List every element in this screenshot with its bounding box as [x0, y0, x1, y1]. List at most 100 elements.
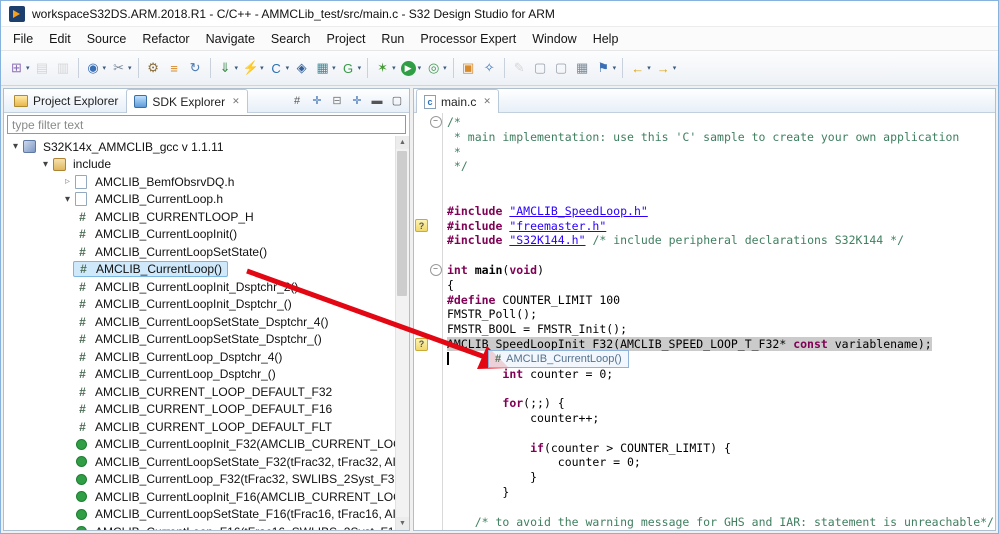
profile-button[interactable]: ◎ ▾: [423, 57, 449, 79]
code-line[interactable]: #include "AMCLIB_SpeedLoop.h": [447, 204, 995, 219]
component-inspector-button-dropdown-icon[interactable]: ▾: [332, 64, 336, 72]
back-button-dropdown-icon[interactable]: ▾: [647, 64, 651, 72]
tree-row[interactable]: # AMCLIB_CurrentLoop_Dsptchr_4(): [4, 348, 409, 366]
previous-annotation-button[interactable]: ▢: [551, 57, 572, 79]
tree-row[interactable]: AMCLIB_CurrentLoop_F16(tFrac16, SWLIBS_2…: [4, 523, 409, 530]
tree-row[interactable]: ▾ S32K14x_AMMCLIB_gcc v 1.1.11: [4, 138, 409, 156]
tree-row[interactable]: # AMCLIB_CurrentLoopInit(): [4, 226, 409, 244]
scrollbar-thumb[interactable]: [397, 151, 407, 296]
code-line[interactable]: int counter = 0;: [447, 367, 995, 382]
profile-button-dropdown-icon[interactable]: ▾: [443, 64, 447, 72]
tree-row[interactable]: # AMCLIB_CurrentLoopSetState(): [4, 243, 409, 261]
debug-config-button-dropdown-icon[interactable]: ▾: [103, 64, 107, 72]
run-button[interactable]: ▶ ▾: [398, 57, 424, 79]
tree-row[interactable]: AMCLIB_CurrentLoopSetState_F32(tFrac32, …: [4, 453, 409, 471]
component-inspector-button[interactable]: ▦ ▾: [312, 57, 338, 79]
refresh-button[interactable]: ↻: [185, 57, 206, 79]
menu-navigate[interactable]: Navigate: [198, 29, 263, 49]
link-with-editor-button[interactable]: ✛: [308, 92, 326, 110]
scroll-up-icon[interactable]: ▲: [396, 136, 409, 149]
tree-row[interactable]: # AMCLIB_CurrentLoopSetState_Dsptchr_(): [4, 331, 409, 349]
tree-row[interactable]: ▾ include: [4, 156, 409, 174]
menu-edit[interactable]: Edit: [41, 29, 79, 49]
code-line[interactable]: [447, 174, 995, 189]
close-icon[interactable]: ✕: [232, 96, 240, 107]
tree-row[interactable]: # AMCLIB_CURRENTLOOP_H: [4, 208, 409, 226]
code-line[interactable]: FMSTR_Poll();: [447, 307, 995, 322]
code-line[interactable]: #define COUNTER_LIMIT 100: [447, 293, 995, 308]
code-line[interactable]: /*: [447, 115, 995, 130]
build-all-button[interactable]: ⚙: [143, 57, 164, 79]
code-line[interactable]: [447, 426, 995, 441]
new-c-file-button[interactable]: C ▾: [266, 57, 292, 79]
generate-code-button-dropdown-icon[interactable]: ▾: [358, 64, 362, 72]
tree-row[interactable]: AMCLIB_CurrentLoopSetState_F16(tFrac16, …: [4, 506, 409, 524]
new-wizard-button[interactable]: ⊞ ▾: [6, 57, 32, 79]
menu-project[interactable]: Project: [319, 29, 374, 49]
code-line[interactable]: if(counter > COUNTER_LIMIT) {: [447, 441, 995, 456]
code-line[interactable]: [447, 352, 995, 367]
code-line[interactable]: #include "freemaster.h": [447, 219, 995, 234]
menu-processor-expert[interactable]: Processor Expert: [412, 29, 524, 49]
code-line[interactable]: [447, 248, 995, 263]
tree-row[interactable]: # AMCLIB_CurrentLoopInit_Dsptchr_(): [4, 296, 409, 314]
code-line[interactable]: }: [447, 485, 995, 500]
next-annotation-button[interactable]: ▢: [530, 57, 551, 79]
fold-collapse-icon[interactable]: −: [429, 264, 442, 277]
collapse-icon[interactable]: ▾: [38, 159, 53, 170]
debug-button[interactable]: ✶ ▾: [372, 57, 398, 79]
code-line[interactable]: /* to avoid the warning message for GHS …: [447, 515, 995, 530]
menu-run[interactable]: Run: [373, 29, 412, 49]
code-line[interactable]: #include "S32K144.h" /* include peripher…: [447, 233, 995, 248]
tab-project-explorer[interactable]: Project Explorer: [6, 89, 126, 112]
menu-search[interactable]: Search: [263, 29, 319, 49]
forward-button-dropdown-icon[interactable]: ▾: [673, 64, 677, 72]
back-button[interactable]: ← ▾: [627, 57, 653, 79]
collapse-all-button[interactable]: ⊟: [328, 92, 346, 110]
menu-source[interactable]: Source: [79, 29, 135, 49]
scroll-down-icon[interactable]: ▼: [396, 517, 409, 530]
flash-from-file-button[interactable]: ⚡ ▾: [240, 57, 266, 79]
code-line[interactable]: FMSTR_BOOL = FMSTR_Init();: [447, 322, 995, 337]
tree-row[interactable]: # AMCLIB_CurrentLoopSetState_Dsptchr_4(): [4, 313, 409, 331]
pin-editor-button[interactable]: ▦: [572, 57, 593, 79]
tree-row[interactable]: # AMCLIB_CurrentLoopInit_Dsptchr_2(): [4, 278, 409, 296]
forward-button[interactable]: → ▾: [653, 57, 679, 79]
menu-file[interactable]: File: [5, 29, 41, 49]
open-peripherals-button[interactable]: ◈: [291, 57, 312, 79]
run-button-dropdown-icon[interactable]: ▾: [418, 64, 422, 72]
help-marker-icon[interactable]: ?: [415, 337, 428, 351]
build-log-button[interactable]: ≡: [164, 57, 185, 79]
tree-row[interactable]: # AMCLIB_CURRENT_LOOP_DEFAULT_FLT: [4, 418, 409, 436]
tree-row[interactable]: AMCLIB_CurrentLoopInit_F32(AMCLIB_CURREN…: [4, 436, 409, 454]
flash-download-button[interactable]: ⇓ ▾: [215, 57, 241, 79]
tree-row[interactable]: # AMCLIB_CurrentLoop_Dsptchr_(): [4, 366, 409, 384]
debug-config-button[interactable]: ◉ ▾: [83, 57, 109, 79]
menu-help[interactable]: Help: [585, 29, 627, 49]
flash-download-button-dropdown-icon[interactable]: ▾: [235, 64, 239, 72]
new-wizard-button-dropdown-icon[interactable]: ▾: [26, 64, 30, 72]
code-line[interactable]: {: [447, 278, 995, 293]
sort-button[interactable]: #: [288, 92, 306, 110]
tree-row[interactable]: AMCLIB_CurrentLoopInit_F16(AMCLIB_CURREN…: [4, 488, 409, 506]
code-line[interactable]: AMCLIB_SpeedLoopInit_F32(AMCLIB_SPEED_LO…: [447, 336, 995, 352]
collapse-icon[interactable]: ▾: [60, 194, 75, 205]
clean-button-dropdown-icon[interactable]: ▾: [128, 64, 132, 72]
new-c-file-button-dropdown-icon[interactable]: ▾: [286, 64, 290, 72]
tree-row[interactable]: # AMCLIB_CURRENT_LOOP_DEFAULT_F32: [4, 383, 409, 401]
clean-button[interactable]: ✂ ▾: [108, 57, 134, 79]
debug-button-dropdown-icon[interactable]: ▾: [392, 64, 396, 72]
code-line[interactable]: counter++;: [447, 411, 995, 426]
code-line[interactable]: counter = 0;: [447, 455, 995, 470]
code-line[interactable]: for(;;) {: [447, 396, 995, 411]
code-line[interactable]: */: [447, 159, 995, 174]
fold-collapse-icon[interactable]: −: [429, 116, 442, 129]
code-line[interactable]: [447, 381, 995, 396]
code-line[interactable]: int main(void): [447, 263, 995, 278]
tree-row[interactable]: AMCLIB_CurrentLoop_F32(tFrac32, SWLIBS_2…: [4, 471, 409, 489]
tab-sdk-explorer[interactable]: SDK Explorer ✕: [126, 89, 248, 113]
last-edit-location-button[interactable]: ⚑ ▾: [593, 57, 619, 79]
help-marker-icon[interactable]: ?: [415, 219, 428, 233]
code-line[interactable]: [447, 189, 995, 204]
code-line[interactable]: *: [447, 145, 995, 160]
